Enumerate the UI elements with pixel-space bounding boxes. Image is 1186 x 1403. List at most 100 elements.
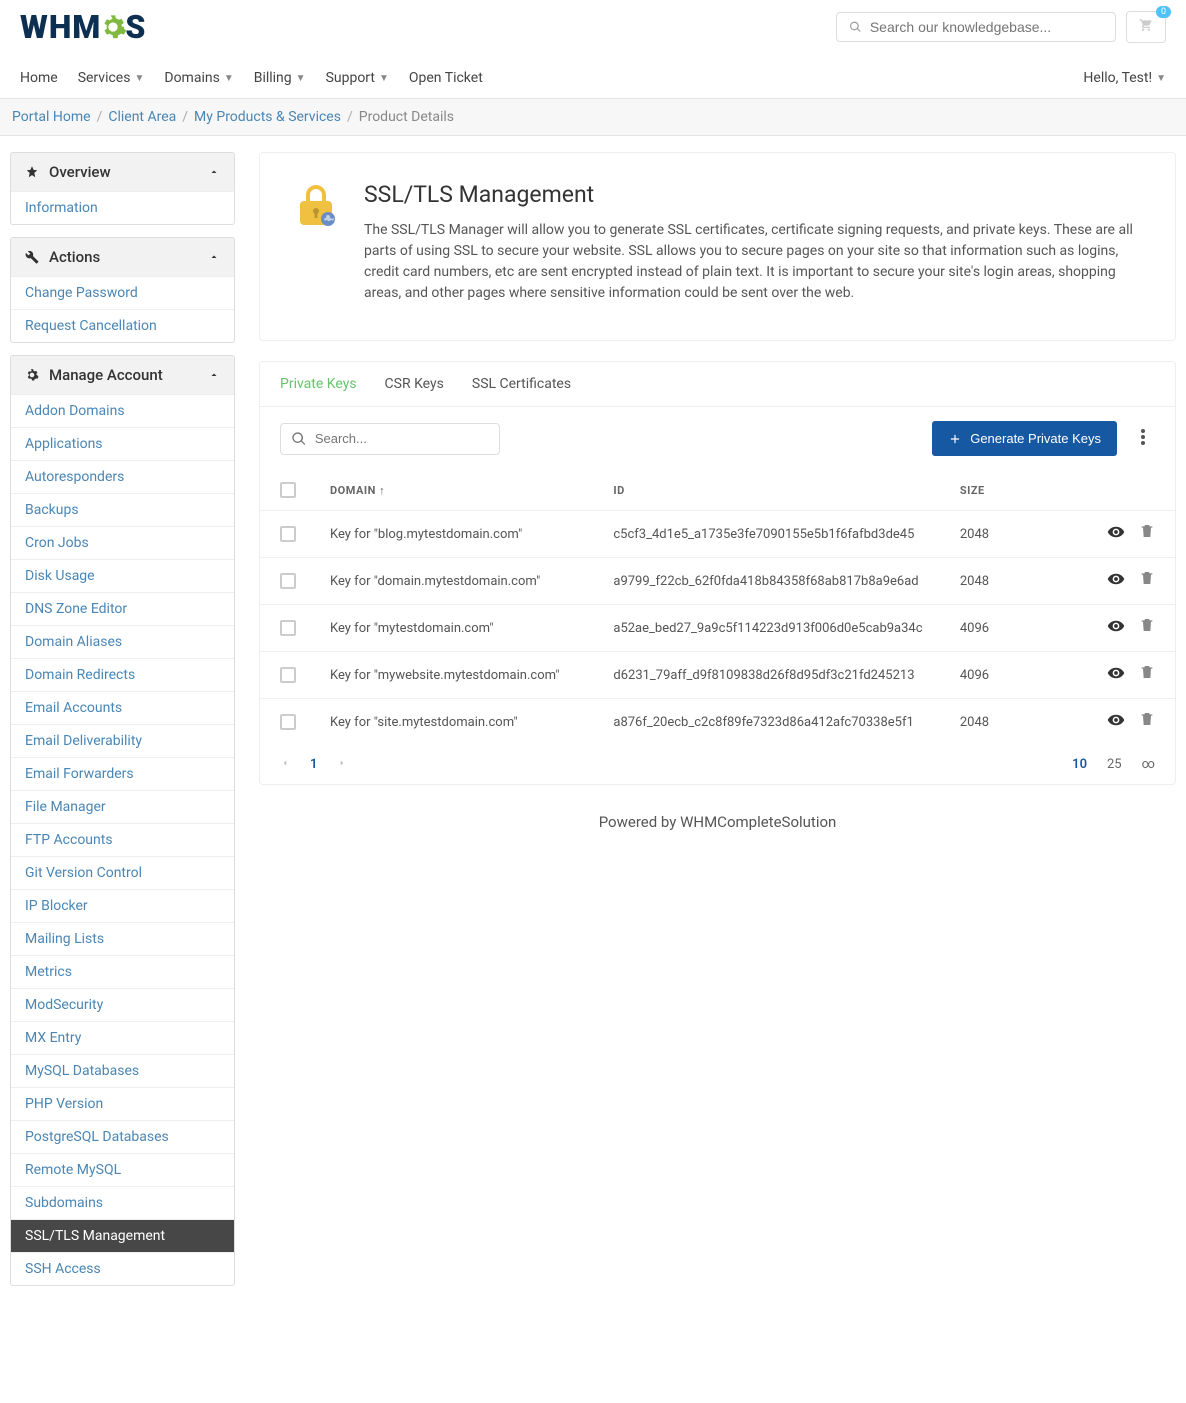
- breadcrumb-sep: /: [347, 109, 353, 125]
- sidebar-item[interactable]: Remote MySQL: [11, 1153, 234, 1186]
- sidebar-item[interactable]: File Manager: [11, 790, 234, 823]
- page-size-option[interactable]: 25: [1107, 757, 1122, 772]
- user-menu[interactable]: Hello, Test! ▼: [1083, 58, 1166, 98]
- caret-down-icon: ▼: [224, 73, 234, 84]
- view-button[interactable]: [1107, 711, 1125, 733]
- cell-size: 4096: [960, 668, 1065, 683]
- sidebar-item[interactable]: Information: [11, 191, 234, 224]
- sidebar-item[interactable]: SSL/TLS Management: [11, 1219, 234, 1252]
- table-search[interactable]: [280, 423, 500, 455]
- nav-left: Home Services▼ Domains▼ Billing▼ Support▼ Ope…: [20, 58, 483, 98]
- delete-button[interactable]: [1139, 570, 1155, 592]
- sidebar-item[interactable]: IP Blocker: [11, 889, 234, 922]
- sidebar-item[interactable]: MX Entry: [11, 1021, 234, 1054]
- sidebar-item[interactable]: Email Deliverability: [11, 724, 234, 757]
- tab-ssl-certificates[interactable]: SSL Certificates: [472, 362, 571, 406]
- chevron-left-icon: [280, 758, 290, 768]
- sidebar-item[interactable]: Backups: [11, 493, 234, 526]
- sidebar-item[interactable]: Cron Jobs: [11, 526, 234, 559]
- sidebar-item[interactable]: MySQL Databases: [11, 1054, 234, 1087]
- search-box[interactable]: [836, 12, 1116, 42]
- select-all-checkbox[interactable]: [280, 482, 296, 498]
- manage-header[interactable]: Manage Account: [11, 356, 234, 394]
- table-search-input[interactable]: [315, 431, 489, 446]
- logo[interactable]: WHM S: [20, 8, 146, 46]
- nav-item-support[interactable]: Support▼: [326, 58, 389, 98]
- sidebar-item[interactable]: Metrics: [11, 955, 234, 988]
- delete-button[interactable]: [1139, 664, 1155, 686]
- breadcrumb-item[interactable]: My Products & Services: [194, 109, 341, 125]
- view-button[interactable]: [1107, 523, 1125, 545]
- breadcrumb-item[interactable]: Client Area: [108, 109, 176, 125]
- sidebar-item[interactable]: Email Accounts: [11, 691, 234, 724]
- sidebar-item[interactable]: Addon Domains: [11, 394, 234, 427]
- sidebar-item[interactable]: Subdomains: [11, 1186, 234, 1219]
- cell-size: 2048: [960, 574, 1065, 589]
- cell-id: a9799_f22cb_62f0fda418b84358f68ab817b8a9…: [613, 574, 949, 589]
- col-size[interactable]: SIZE: [960, 484, 1065, 497]
- eye-icon: [1107, 664, 1125, 682]
- generate-button[interactable]: Generate Private Keys: [932, 421, 1117, 456]
- overview-items: Information: [11, 191, 234, 224]
- sidebar-item[interactable]: Domain Redirects: [11, 658, 234, 691]
- page-current[interactable]: 1: [310, 757, 317, 772]
- sidebar-item[interactable]: ModSecurity: [11, 988, 234, 1021]
- chevron-up-icon: [208, 166, 220, 178]
- sidebar-item[interactable]: PostgreSQL Databases: [11, 1120, 234, 1153]
- nav-item-billing[interactable]: Billing▼: [254, 58, 306, 98]
- sidebar-item[interactable]: Change Password: [11, 276, 234, 309]
- nav-item-open-ticket[interactable]: Open Ticket: [409, 58, 483, 98]
- tab-private-keys[interactable]: Private Keys: [280, 362, 357, 406]
- trash-icon: [1139, 711, 1155, 727]
- plus-icon: [948, 432, 962, 446]
- sidebar-item[interactable]: PHP Version: [11, 1087, 234, 1120]
- row-checkbox[interactable]: [280, 714, 296, 730]
- sidebar-item[interactable]: SSH Access: [11, 1252, 234, 1285]
- kebab-menu[interactable]: [1131, 423, 1155, 455]
- sidebar-item[interactable]: Applications: [11, 427, 234, 460]
- cell-domain: Key for "mywebsite.mytestdomain.com": [330, 668, 603, 683]
- col-id[interactable]: ID: [613, 484, 949, 497]
- tab-csr-keys[interactable]: CSR Keys: [385, 362, 444, 406]
- page-size-option[interactable]: 10: [1072, 757, 1087, 772]
- sidebar-item[interactable]: DNS Zone Editor: [11, 592, 234, 625]
- delete-button[interactable]: [1139, 711, 1155, 733]
- view-button[interactable]: [1107, 570, 1125, 592]
- delete-button[interactable]: [1139, 523, 1155, 545]
- caret-down-icon: ▼: [1156, 73, 1166, 84]
- nav-item-home[interactable]: Home: [20, 58, 58, 98]
- view-button[interactable]: [1107, 664, 1125, 686]
- sidebar-item[interactable]: Mailing Lists: [11, 922, 234, 955]
- prev-page[interactable]: [280, 757, 290, 772]
- delete-button[interactable]: [1139, 617, 1155, 639]
- page-size-option[interactable]: ∞: [1142, 757, 1155, 772]
- sidebar-item[interactable]: Email Forwarders: [11, 757, 234, 790]
- search-input[interactable]: [870, 19, 1103, 35]
- row-checkbox[interactable]: [280, 620, 296, 636]
- sidebar-item[interactable]: Disk Usage: [11, 559, 234, 592]
- table-row: Key for "mywebsite.mytestdomain.com" d62…: [260, 651, 1175, 698]
- actions-header[interactable]: Actions: [11, 238, 234, 276]
- cart-button[interactable]: 0: [1126, 11, 1166, 43]
- cell-domain: Key for "mytestdomain.com": [330, 621, 603, 636]
- sidebar-item[interactable]: Autoresponders: [11, 460, 234, 493]
- overview-header[interactable]: Overview: [11, 153, 234, 191]
- row-checkbox[interactable]: [280, 667, 296, 683]
- overview-panel: Overview Information: [10, 152, 235, 225]
- col-domain[interactable]: DOMAIN ↑: [330, 484, 603, 497]
- logo-text-left: WHM: [20, 8, 101, 46]
- gear-icon: [99, 13, 127, 41]
- row-checkbox[interactable]: [280, 526, 296, 542]
- row-checkbox[interactable]: [280, 573, 296, 589]
- sidebar-item[interactable]: Domain Aliases: [11, 625, 234, 658]
- nav-item-domains[interactable]: Domains▼: [164, 58, 233, 98]
- sidebar-item[interactable]: FTP Accounts: [11, 823, 234, 856]
- nav-item-services[interactable]: Services▼: [78, 58, 145, 98]
- cell-size: 2048: [960, 715, 1065, 730]
- eye-icon: [1107, 617, 1125, 635]
- view-button[interactable]: [1107, 617, 1125, 639]
- sidebar-item[interactable]: Request Cancellation: [11, 309, 234, 342]
- next-page[interactable]: [337, 757, 347, 772]
- breadcrumb-item[interactable]: Portal Home: [12, 109, 91, 125]
- sidebar-item[interactable]: Git Version Control: [11, 856, 234, 889]
